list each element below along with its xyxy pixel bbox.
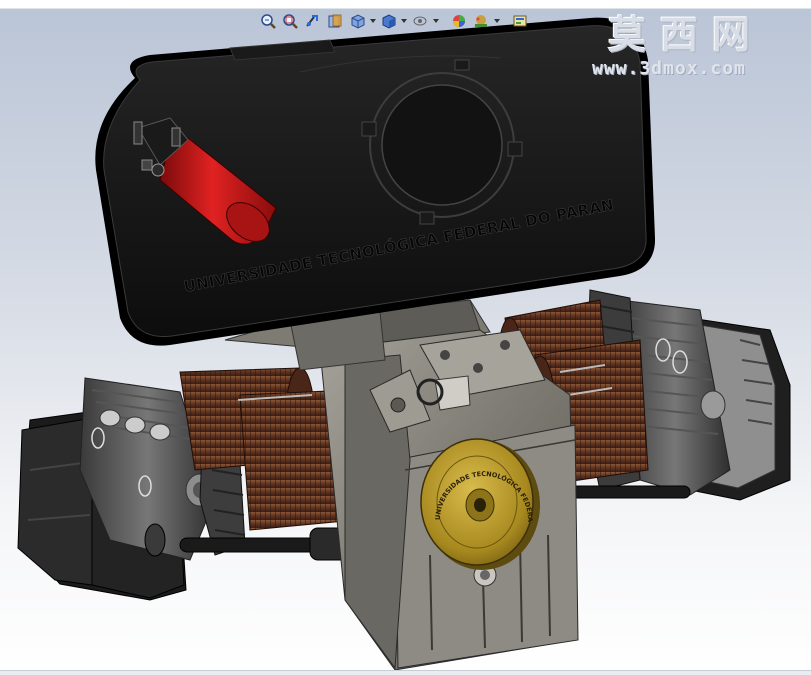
display-style-dropdown-icon[interactable] (400, 12, 408, 30)
hide-show-dropdown-icon[interactable] (432, 12, 439, 30)
watermark-url: www.3dmox.com (592, 58, 746, 79)
section-view-icon[interactable] (325, 12, 345, 30)
watermark: 莫西网 www.3dmox.com (590, 4, 810, 88)
watermark-brand: 莫西网 (608, 13, 765, 57)
apply-scene-dropdown-icon[interactable] (493, 12, 500, 30)
view-settings-icon[interactable] (510, 12, 530, 30)
bottom-border (0, 670, 811, 675)
zoom-to-area-icon[interactable] (280, 12, 300, 30)
zoom-to-fit-icon[interactable] (258, 12, 278, 30)
graphics-area[interactable]: UNIVERSIDADE TECNOLÓGICA FEDERAL DO PARA… (0, 0, 811, 675)
view-orientation-icon[interactable] (347, 12, 367, 30)
apply-scene-icon[interactable] (471, 12, 491, 30)
hide-show-items-icon[interactable] (410, 12, 430, 30)
edit-appearance-icon[interactable] (449, 12, 469, 30)
heads-up-view-toolbar (258, 11, 530, 31)
view-orientation-dropdown-icon[interactable] (369, 12, 376, 30)
cover-shroud[interactable]: UNIVERSIDADE TECNOLÓGICA FEDERAL DO PARA… (0, 0, 656, 346)
display-style-icon[interactable] (378, 12, 398, 30)
previous-view-icon[interactable] (302, 12, 322, 30)
